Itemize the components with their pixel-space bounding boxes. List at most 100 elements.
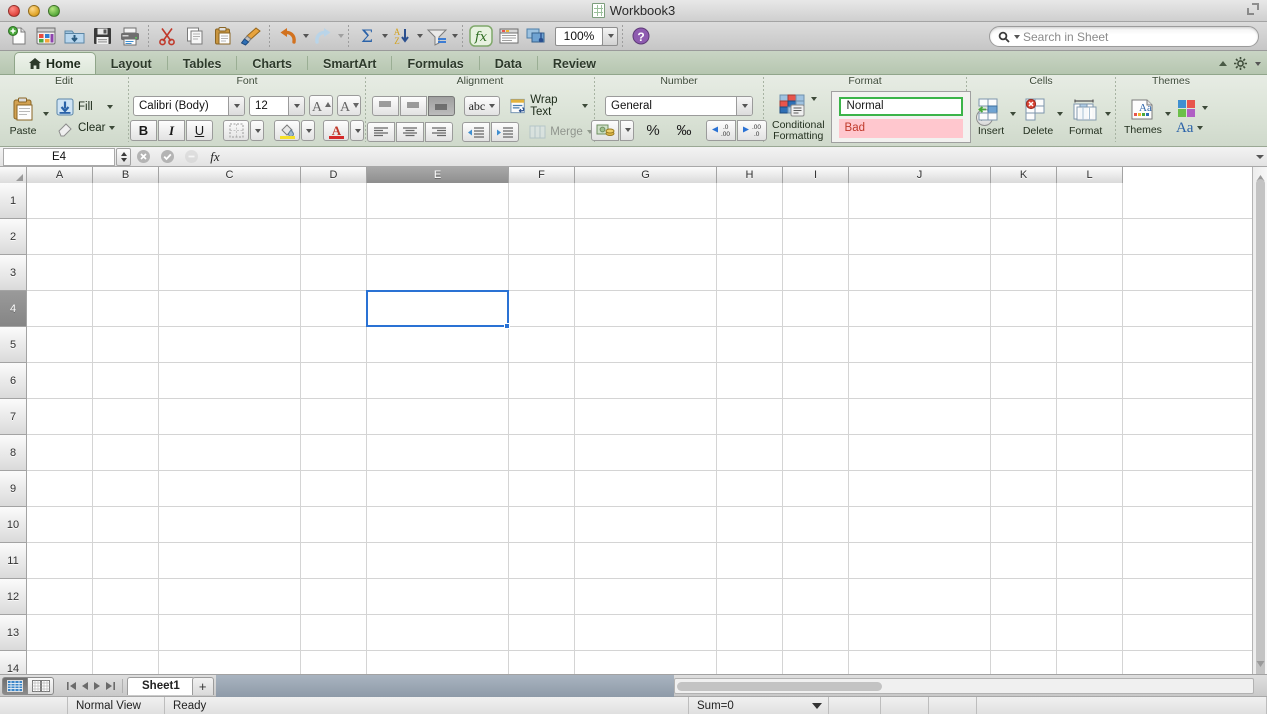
- sort-button[interactable]: A Z: [388, 23, 416, 49]
- themes-dropdown-arrow[interactable]: [1164, 112, 1171, 116]
- confirm-entry-button[interactable]: [155, 147, 179, 167]
- toolbox-button[interactable]: [495, 23, 523, 49]
- font-name-combobox[interactable]: Calibri (Body): [133, 95, 245, 116]
- align-top-button[interactable]: [372, 96, 399, 116]
- cell-styles-gallery[interactable]: Normal Bad: [830, 91, 971, 143]
- horizontal-scroll-thumb[interactable]: [676, 681, 882, 691]
- fill-dropdown-arrow[interactable]: [106, 104, 113, 109]
- currency-format-button[interactable]: [591, 119, 619, 141]
- themes-button[interactable]: Aa Themes: [1122, 97, 1164, 137]
- style-bad[interactable]: Bad: [838, 118, 963, 138]
- row-header-2[interactable]: 2: [0, 219, 27, 255]
- align-bottom-button[interactable]: [427, 96, 455, 116]
- tab-review[interactable]: Review: [538, 52, 611, 74]
- fill-color-button[interactable]: [274, 120, 300, 141]
- align-left-button[interactable]: [367, 122, 396, 142]
- scroll-down-arrow-icon[interactable]: [1256, 654, 1265, 672]
- close-button[interactable]: [8, 4, 20, 17]
- formula-bar-expand-button[interactable]: [1255, 150, 1265, 168]
- borders-dropdown-button[interactable]: [250, 120, 264, 141]
- add-sheet-button[interactable]: +: [191, 676, 214, 695]
- number-format-combobox[interactable]: General: [605, 95, 753, 116]
- theme-colors-dropdown-arrow[interactable]: [1201, 105, 1208, 110]
- paste-dropdown-arrow[interactable]: [43, 112, 49, 116]
- underline-button[interactable]: U: [186, 120, 213, 141]
- row-header-1[interactable]: 1: [0, 183, 27, 219]
- column-header-j[interactable]: J: [849, 167, 991, 183]
- next-sheet-icon[interactable]: [92, 681, 102, 691]
- row-header-11[interactable]: 11: [0, 543, 27, 579]
- formula-builder-button[interactable]: fx: [467, 23, 495, 49]
- vertical-scroll-thumb[interactable]: [1256, 179, 1265, 674]
- theme-colors-button[interactable]: [1176, 98, 1208, 118]
- grow-font-button[interactable]: A: [309, 95, 333, 116]
- percent-format-button[interactable]: %: [638, 120, 668, 141]
- column-header-e[interactable]: E: [367, 167, 509, 183]
- page-layout-view-button[interactable]: [28, 676, 54, 695]
- row-header-7[interactable]: 7: [0, 399, 27, 435]
- redo-dropdown-arrow[interactable]: [338, 34, 344, 38]
- first-sheet-icon[interactable]: [66, 681, 78, 691]
- previous-sheet-icon[interactable]: [80, 681, 90, 691]
- zoom-dropdown-button[interactable]: [602, 26, 618, 46]
- filter-button[interactable]: [423, 23, 451, 49]
- row-header-4[interactable]: 4: [0, 291, 27, 327]
- wrap-text-button[interactable]: Wrap Text: [510, 94, 588, 118]
- delete-cells-button[interactable]: Delete: [1020, 96, 1056, 138]
- number-format-dropdown-arrow[interactable]: [736, 96, 752, 115]
- decrease-decimal-button[interactable]: .0 .00: [706, 119, 736, 141]
- wrap-text-dropdown-arrow[interactable]: [582, 104, 588, 108]
- name-box-stepper[interactable]: [116, 147, 131, 166]
- zoom-button[interactable]: [48, 4, 60, 17]
- cancel-entry-button[interactable]: [131, 147, 155, 167]
- tab-data[interactable]: Data: [480, 52, 537, 74]
- format-dropdown-arrow[interactable]: [1105, 112, 1112, 116]
- row-header-3[interactable]: 3: [0, 255, 27, 291]
- media-browser-button[interactable]: [523, 23, 551, 49]
- open-file-button[interactable]: [60, 23, 88, 49]
- insert-cells-button[interactable]: Insert: [973, 96, 1009, 138]
- italic-button[interactable]: I: [158, 120, 185, 141]
- column-header-b[interactable]: B: [93, 167, 159, 183]
- row-header-5[interactable]: 5: [0, 327, 27, 363]
- orientation-button[interactable]: abc: [463, 96, 501, 116]
- align-middle-button[interactable]: [399, 96, 427, 116]
- autosum-button[interactable]: Σ: [353, 23, 381, 49]
- clear-dropdown-arrow[interactable]: [109, 125, 116, 130]
- conditional-formatting-dropdown-arrow[interactable]: [811, 96, 818, 101]
- font-color-button[interactable]: A: [323, 120, 349, 141]
- save-button[interactable]: [88, 23, 116, 49]
- row-header-8[interactable]: 8: [0, 435, 27, 471]
- undo-button[interactable]: [274, 23, 302, 49]
- align-right-button[interactable]: [425, 122, 454, 142]
- name-box[interactable]: E4: [3, 147, 115, 166]
- theme-fonts-dropdown-arrow[interactable]: [1197, 126, 1204, 130]
- row-header-12[interactable]: 12: [0, 579, 27, 615]
- format-cells-button[interactable]: Format: [1067, 96, 1104, 138]
- normal-view-button[interactable]: [2, 676, 28, 695]
- new-workbook-button[interactable]: [4, 23, 32, 49]
- template-gallery-button[interactable]: [32, 23, 60, 49]
- format-painter-button[interactable]: [237, 23, 265, 49]
- vertical-scrollbar[interactable]: [1252, 167, 1267, 674]
- tab-formulas[interactable]: Formulas: [392, 52, 478, 74]
- selected-cell-e4[interactable]: [366, 290, 509, 327]
- formula-fx-button[interactable]: fx: [203, 147, 227, 167]
- clear-button[interactable]: Clear: [56, 119, 116, 137]
- column-header-g[interactable]: G: [575, 167, 717, 183]
- sheet-tab-sheet1[interactable]: Sheet1: [127, 676, 195, 695]
- delete-dropdown-arrow[interactable]: [1057, 112, 1063, 116]
- ribbon-options-arrow[interactable]: [1255, 61, 1261, 66]
- sum-dropdown-arrow[interactable]: [812, 702, 822, 709]
- column-header-k[interactable]: K: [991, 167, 1057, 183]
- column-header-l[interactable]: L: [1057, 167, 1123, 183]
- last-sheet-icon[interactable]: [104, 681, 116, 691]
- expand-window-button[interactable]: [1247, 3, 1263, 19]
- row-header-9[interactable]: 9: [0, 471, 27, 507]
- column-header-h[interactable]: H: [717, 167, 783, 183]
- column-header-c[interactable]: C: [159, 167, 301, 183]
- copy-button[interactable]: [181, 23, 209, 49]
- row-header-6[interactable]: 6: [0, 363, 27, 399]
- select-all-corner[interactable]: [0, 167, 27, 183]
- fill-button[interactable]: Fill: [56, 98, 115, 116]
